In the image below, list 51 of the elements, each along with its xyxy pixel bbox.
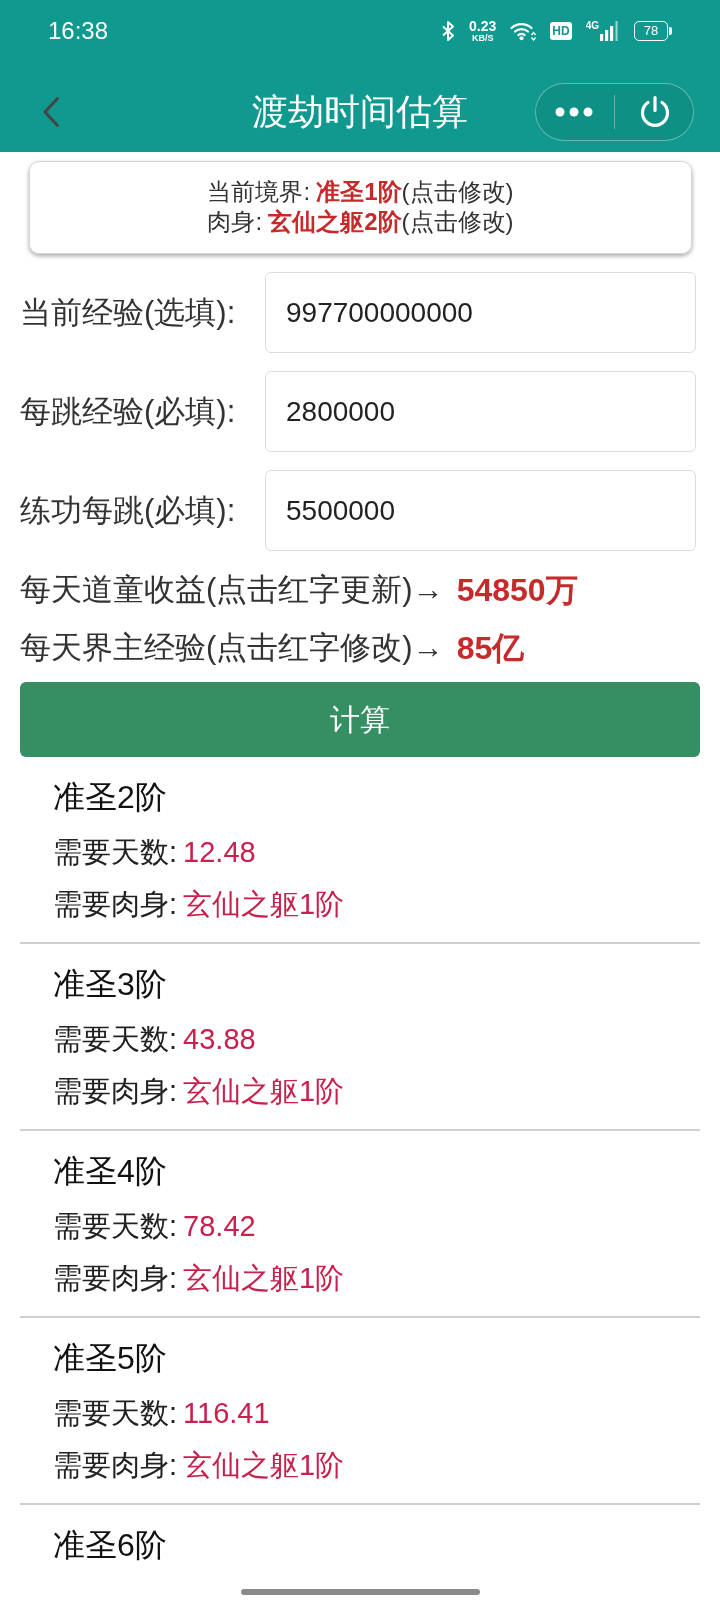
page-title: 渡劫时间估算 [252,90,468,134]
daily-label: 每天道童收益(点击红字更新)→ [20,571,444,609]
edit-hint: (点击修改) [401,178,514,205]
signal-icon [600,21,620,41]
requirement-value: 玄仙之躯1阶 [183,1261,345,1296]
result-title: 准圣2阶 [53,778,168,817]
requirement-value: 116.41 [183,1396,270,1431]
requirement-label: 需要肉身: [53,887,178,922]
realm-value-link[interactable]: 准圣1阶 [316,178,402,205]
calculate-button[interactable]: 计算 [20,682,700,757]
requirement-value: 78.42 [183,1209,256,1244]
input-field[interactable]: 997700000000 [265,272,696,353]
input-field[interactable]: 2800000 [265,371,696,452]
requirement-value: 玄仙之躯1阶 [183,1448,345,1483]
requirement-label: 需要天数: [53,1022,178,1057]
back-icon[interactable] [42,96,60,128]
field-label: 当前经验(选填): [20,293,237,332]
result-title: 准圣4阶 [53,1152,168,1191]
field-label: 每跳经验(必填): [20,392,237,431]
result-title: 准圣5阶 [53,1339,168,1378]
requirement-label: 需要天数: [53,1209,178,1244]
realm-value-link[interactable]: 玄仙之躯2阶 [268,208,402,235]
requirement-value: 玄仙之躯1阶 [183,887,345,922]
requirement-value: 12.48 [183,835,256,870]
requirement-value: 43.88 [183,1022,256,1057]
battery-indicator: 78 [634,21,672,41]
bluetooth-icon [441,20,456,42]
requirement-label: 需要肉身: [53,1448,178,1483]
requirement-label: 需要肉身: [53,1261,178,1296]
edit-hint: (点击修改) [401,208,514,235]
more-icon[interactable] [555,107,593,117]
network-type-label: 4G [585,21,599,31]
network-speed-unit: KB/S [471,33,494,43]
daily-value-link[interactable]: 85亿 [456,624,525,672]
realm-label: 肉身: [207,208,263,235]
requirement-label: 需要肉身: [53,1074,178,1109]
clock-time: 16:38 [48,16,109,44]
network-speed-value: 0.23 [469,19,497,33]
result-title: 准圣3阶 [53,965,168,1004]
input-field[interactable]: 5500000 [265,470,696,551]
field-label: 练功每跳(必填): [20,491,237,530]
result-title: 准圣6阶 [53,1526,168,1565]
requirement-label: 需要天数: [53,835,178,870]
wifi-icon [510,21,537,41]
requirement-value: 玄仙之躯1阶 [183,1074,345,1109]
daily-value-link[interactable]: 54850万 [456,566,578,614]
hd-badge: HD [550,22,572,40]
realm-label: 当前境界: [207,178,311,205]
daily-label: 每天界主经验(点击红字修改)→ [20,629,444,667]
requirement-label: 需要天数: [53,1396,178,1431]
power-icon[interactable] [638,95,672,129]
